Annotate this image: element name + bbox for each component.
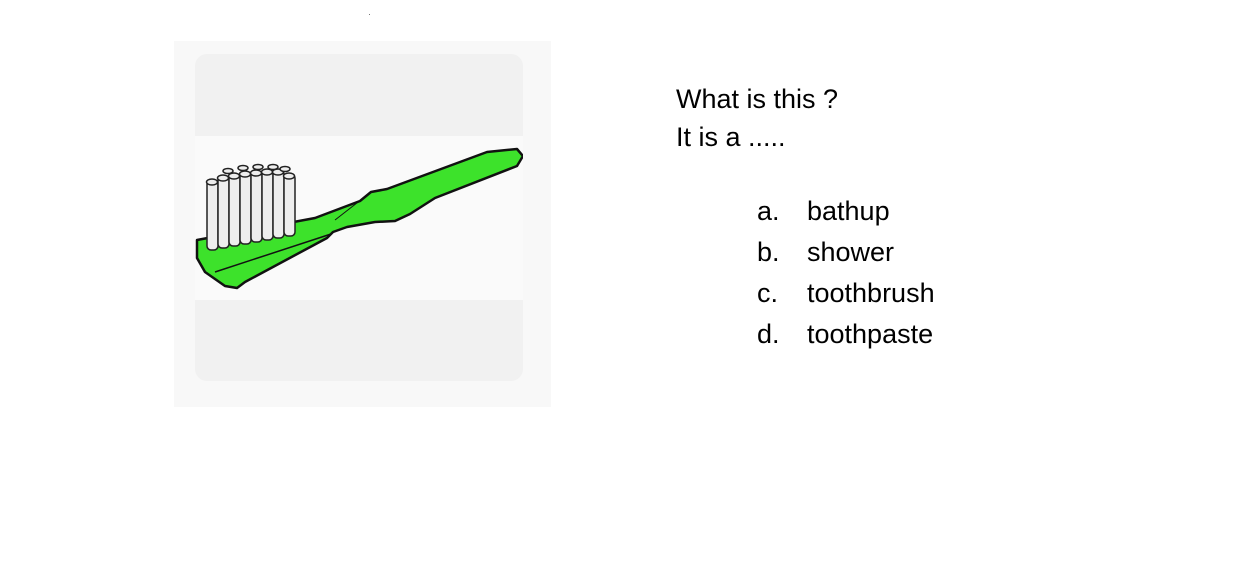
option-letter: d.	[757, 319, 780, 349]
option-letter: c.	[757, 278, 779, 308]
question-line-1: What is this ?	[676, 84, 839, 114]
toothbrush-bristles	[205, 163, 296, 251]
option-letter: a.	[757, 196, 780, 226]
question-text: What is this ? It is a .....	[676, 80, 838, 156]
option-text: toothpaste	[807, 319, 934, 349]
option-text: shower	[807, 237, 895, 267]
toothbrush-picture-frame	[174, 41, 551, 407]
stray-dot	[369, 14, 370, 15]
option-text: bathup	[807, 196, 890, 226]
option-letter: b.	[757, 237, 780, 267]
question-line-2: It is a .....	[676, 122, 786, 152]
option-text: toothbrush	[807, 278, 935, 308]
toothbrush-icon	[195, 147, 523, 290]
toothbrush-picture	[195, 54, 523, 381]
